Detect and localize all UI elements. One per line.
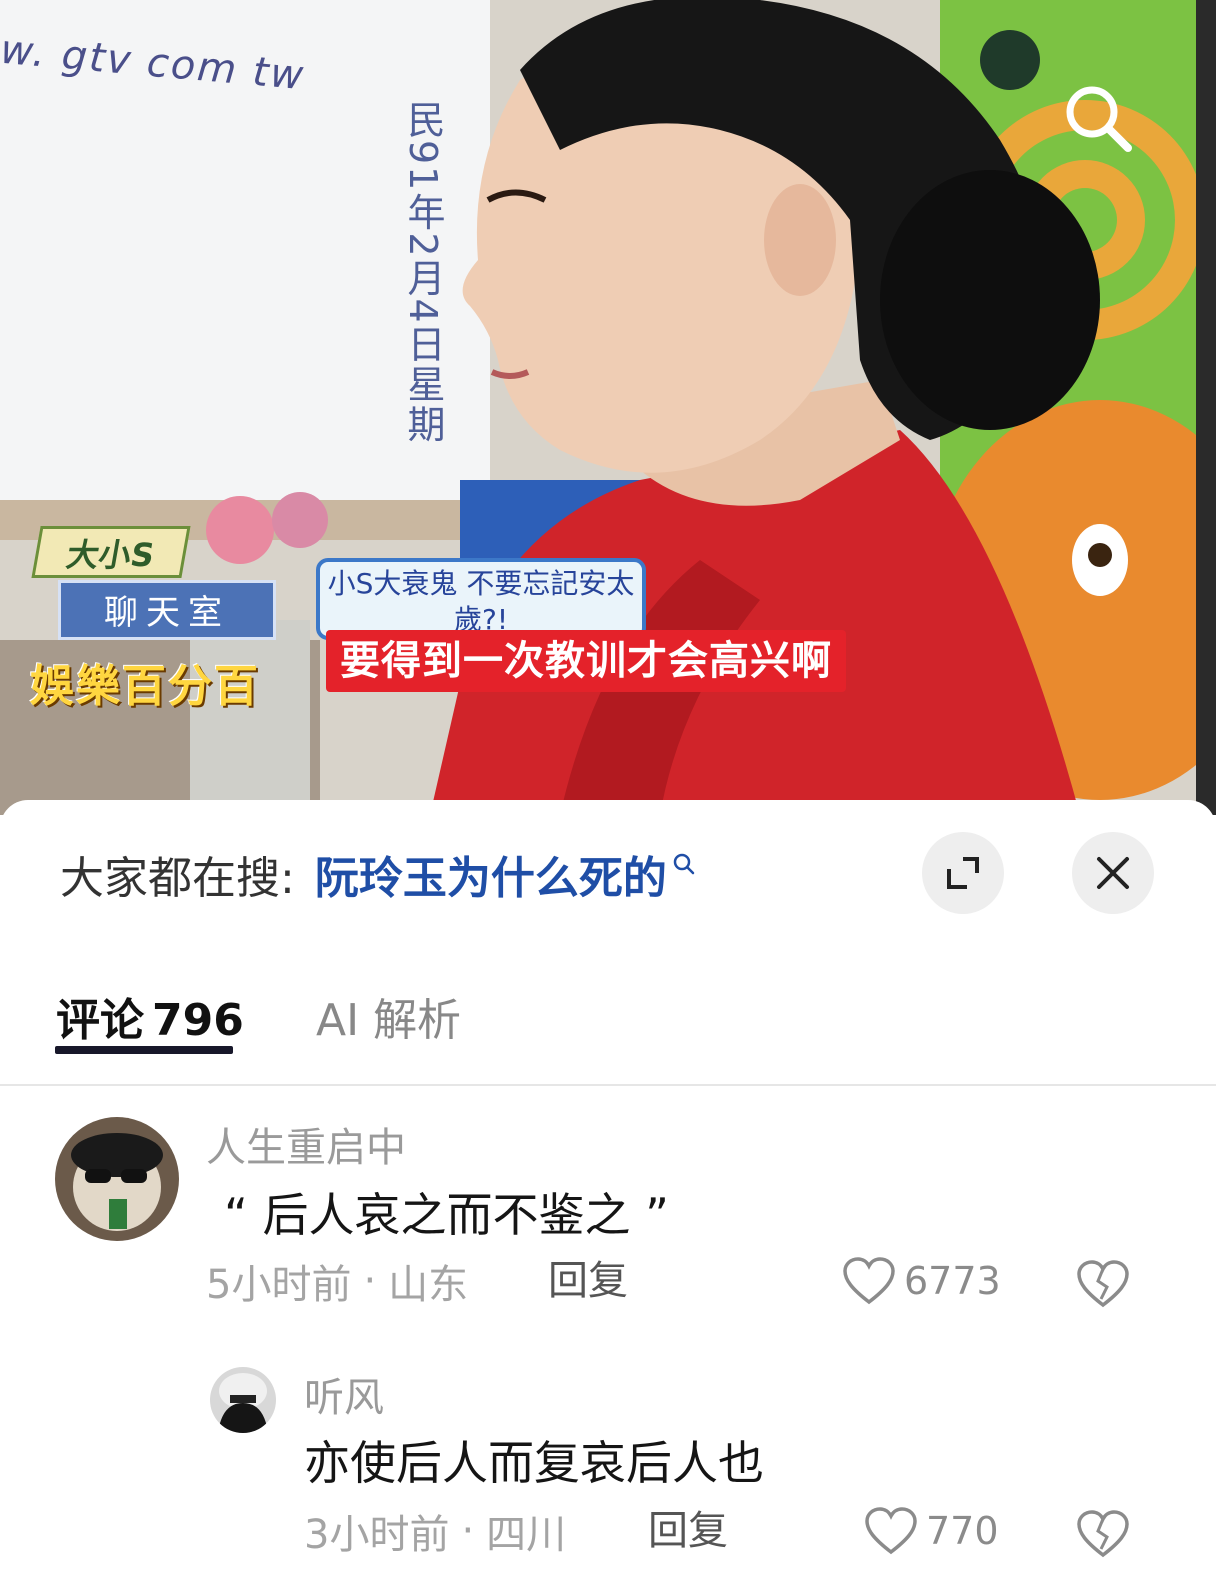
comments-sheet: 大家都在搜: 阮玲玉为什么死的 评论 796 AI 解析 人生重启中 “ 后人哀… [0,800,1216,1594]
comment-meta: 5小时前 · 山东 [206,1255,469,1308]
comment-location: 山东 [388,1262,469,1308]
like-count: 770 [926,1509,999,1553]
comment-username[interactable]: 听风 [304,1365,384,1423]
avatar[interactable] [55,1117,179,1241]
comment-time: 3小时前 [304,1512,450,1558]
tab-bar: 评论 796 AI 解析 [0,970,1216,1086]
tab-comments[interactable]: 评论 796 [56,984,244,1048]
expand-button[interactable] [922,832,1004,914]
avatar[interactable] [210,1367,276,1433]
trending-search-bar[interactable]: 大家都在搜: 阮玲玉为什么死的 [60,844,697,904]
broken-heart-icon [1077,1260,1129,1308]
comment-text: “ 后人哀之而不鉴之 ” [224,1188,669,1242]
video-board-date: 民91年2月4日星期 [401,100,445,445]
comment-location: 四川 [486,1512,567,1558]
heart-icon [865,1507,917,1555]
tab-comments-count: 796 [152,995,244,1046]
like-button[interactable]: 6773 [842,1255,1001,1307]
search-icon[interactable] [1058,80,1138,160]
active-tab-indicator [55,1046,233,1054]
trending-prefix: 大家都在搜: [60,853,295,904]
like-button[interactable]: 770 [864,1505,999,1557]
meta-separator: · [461,1508,475,1554]
search-icon [671,851,697,881]
reply-button[interactable]: 回复 [548,1255,628,1307]
video-player[interactable]: w. gtv com tw 民91年2月4日星期 大小S 聊天室 娛樂百分百 小… [0,0,1216,815]
meta-separator: · [363,1258,377,1304]
like-count: 6773 [904,1259,1001,1303]
comment-text: 亦使后人而复哀后人也 [304,1436,764,1490]
reply-button[interactable]: 回复 [648,1505,728,1557]
dislike-button[interactable] [1076,1259,1130,1313]
tab-ai-analysis[interactable]: AI 解析 [316,984,461,1048]
close-icon [1097,857,1129,889]
video-topic-box: 小S大衰鬼 不要忘記安太歲?! [316,558,646,640]
expand-icon [947,857,979,889]
show-label-secondary: 聊天室 [58,580,276,640]
close-button[interactable] [1072,832,1154,914]
show-label-primary: 大小S [31,526,191,578]
trending-query-link[interactable]: 阮玲玉为什么死的 [315,842,667,906]
tab-comments-label: 评论 [56,995,144,1046]
comment-meta: 3小时前 · 四川 [304,1505,567,1558]
video-subtitle: 要得到一次教训才会高兴啊 [326,630,846,692]
heart-icon [843,1257,895,1305]
comment-username[interactable]: 人生重启中 [206,1115,406,1173]
reply-item: 听风 亦使后人而复哀后人也 3小时前 · 四川 回复 770 [0,1365,1216,1585]
broken-heart-icon [1077,1510,1129,1558]
dislike-button[interactable] [1076,1509,1130,1563]
comment-time: 5小时前 [206,1262,352,1308]
show-logo: 娛樂百分百 [30,661,260,712]
comment-item: 人生重启中 “ 后人哀之而不鉴之 ” 5小时前 · 山东 回复 6773 [0,1115,1216,1315]
